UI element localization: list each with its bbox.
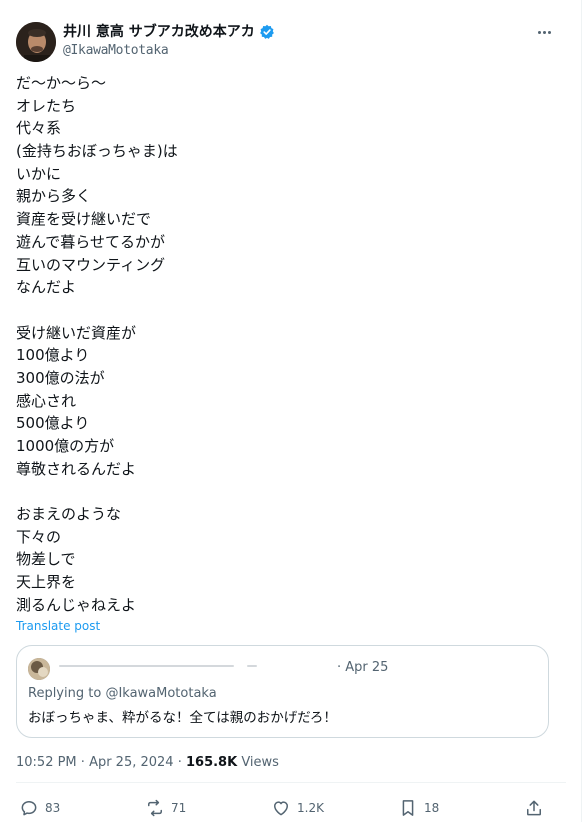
replying-prefix: Replying to: [28, 686, 106, 701]
more-dot-icon: [537, 30, 541, 34]
tweet-line: 遊んで暮らせてるかが: [16, 232, 165, 251]
tweet-line: 受け継いだ資産が: [16, 323, 137, 342]
tweet-line: 天上界を: [16, 573, 77, 592]
tweet-text: だ〜か〜ら〜 オレたち代々系 (金持ちおぼっちゃま)は いかに親から多く資産を受け継い…: [16, 72, 556, 617]
tweet-line: 感心され: [16, 391, 77, 410]
meta-divider: [16, 782, 566, 783]
tweet-date[interactable]: Apr 25, 2024: [89, 755, 174, 770]
tweet-meta: 10:52 PM · Apr 25, 2024 · 165.8K Views: [16, 754, 279, 772]
like-button[interactable]: 1.2K: [271, 798, 324, 818]
avatar-photo: [16, 22, 56, 62]
tweet-line: 尊敬されるんだよ: [16, 459, 137, 478]
meta-separator: ·: [173, 755, 186, 770]
tweet-header: 井川 意高 サブアカ改め本アカ @IkawaMototaka: [16, 20, 556, 64]
heart-icon: [274, 801, 288, 816]
more-dot-icon: [542, 30, 546, 34]
tweet-line: なんだよ: [16, 278, 77, 297]
reply-count: 83: [45, 801, 61, 815]
tweet-line: 物差しで: [16, 550, 76, 569]
more-dot-icon: [547, 30, 551, 34]
reply-icon: [21, 801, 37, 816]
quote-date: · Apr 25: [337, 660, 389, 675]
views-label: Views: [237, 755, 279, 770]
tweet-line: 500億より: [16, 414, 90, 433]
tweet-line: 1000億の方が: [16, 437, 115, 455]
bookmark-icon: [402, 800, 414, 816]
quote-body-text: おぼっちゃま、粋がるな！全ては親のおかげだろ！: [28, 710, 337, 726]
quote-author-avatar: [28, 658, 50, 680]
reply-button[interactable]: 83: [19, 798, 60, 818]
tweet-line: おまえのような: [16, 505, 122, 524]
tweet-line: 100億より: [16, 346, 90, 365]
bookmark-count: 18: [424, 801, 440, 815]
tweet-line: 300億の法が: [16, 368, 105, 387]
tweet-line: だ〜か〜ら〜: [16, 74, 107, 92]
author-display-name[interactable]: 井川 意高 サブアカ改め本アカ: [63, 22, 255, 42]
repost-icon: [148, 799, 162, 817]
share-button[interactable]: [524, 798, 544, 818]
tweet-line: 資産を受け継いだで: [16, 210, 152, 229]
tweet-line: 代々系: [16, 119, 62, 138]
meta-separator: ·: [76, 755, 90, 770]
repost-count: 71: [171, 801, 187, 815]
more-options-button[interactable]: [532, 22, 556, 42]
verified-badge-icon: [259, 24, 275, 40]
tweet-line: 測るんじゃねえよ: [16, 595, 137, 614]
tweet-line: 親から多く: [16, 187, 92, 206]
bookmark-button[interactable]: 18: [398, 798, 439, 818]
repost-button[interactable]: 71: [145, 798, 186, 818]
author-name-row: 井川 意高 サブアカ改め本アカ: [63, 22, 275, 42]
quoted-reply-card[interactable]: · Apr 25 Replying to @IkawaMototaka おぼっち…: [16, 645, 549, 738]
author-avatar[interactable]: [16, 22, 56, 62]
quote-avatar-photo: [28, 658, 50, 680]
tweet-line: いかに: [16, 164, 62, 183]
like-count: 1.2K: [297, 801, 324, 815]
tweet-line: 下々の: [16, 527, 62, 546]
tweet-line: オレたち: [16, 96, 77, 115]
author-handle[interactable]: @IkawaMototaka: [63, 42, 169, 60]
tweet-line: (金持ちおぼっちゃま)は: [16, 142, 178, 161]
translate-post-link[interactable]: Translate post: [16, 618, 100, 634]
tweet-line: 互いのマウンティング: [16, 255, 166, 274]
quote-author-name-redacted: [59, 665, 344, 673]
replying-handle[interactable]: @IkawaMototaka: [105, 686, 216, 701]
quote-replying-to: Replying to @IkawaMototaka: [28, 685, 217, 703]
views-count: 165.8K: [185, 755, 238, 770]
tweet-time[interactable]: 10:52 PM: [16, 755, 77, 770]
share-icon: [527, 800, 541, 816]
tweet-actions: 83 71 1.2K 18: [16, 798, 550, 822]
